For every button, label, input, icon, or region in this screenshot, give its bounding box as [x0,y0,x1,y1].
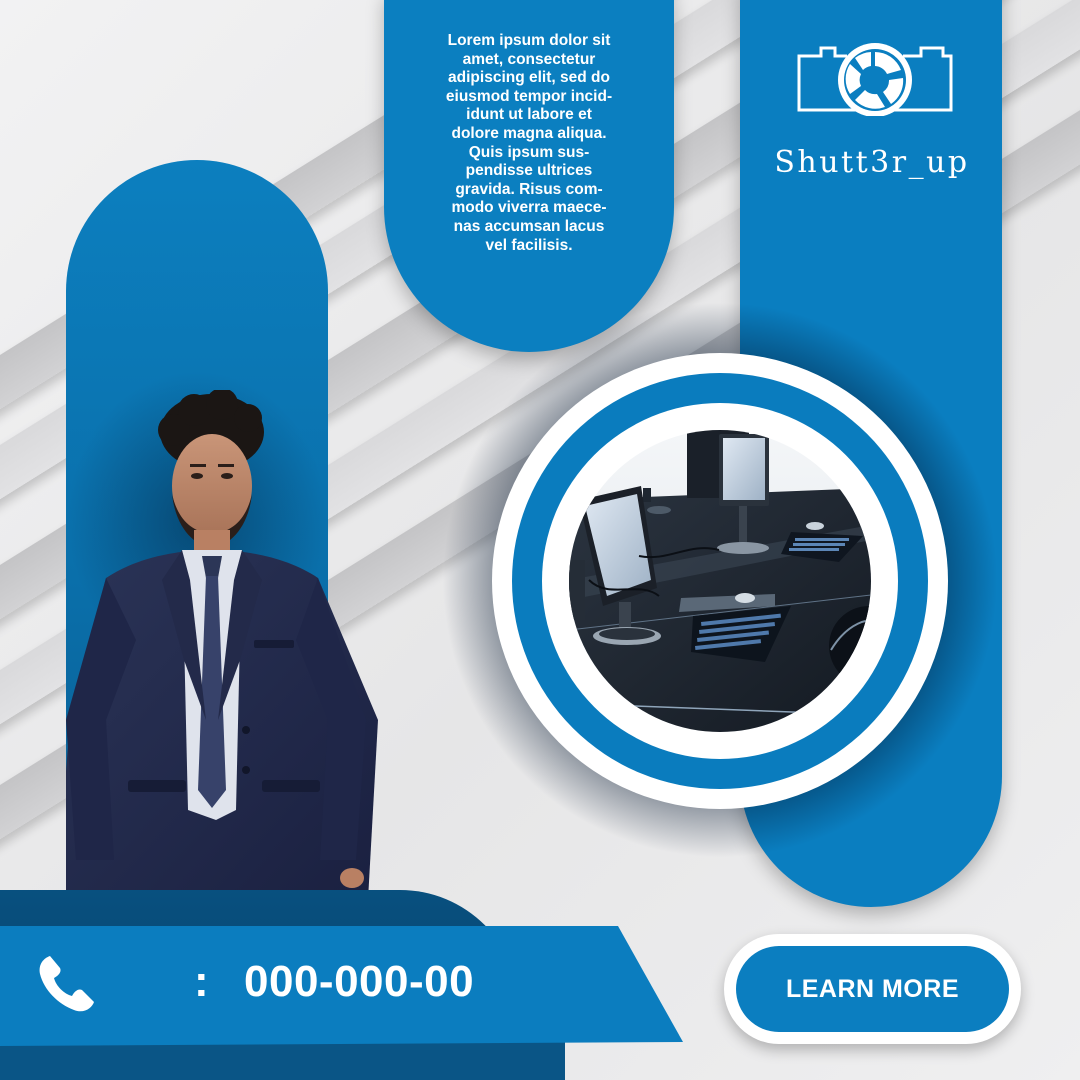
text-panel: Lorem ipsum dolor sit amet, consectetur … [384,0,674,352]
phone-number[interactable]: 000-000-00 [244,957,474,1007]
camera-aperture-icon [797,43,953,116]
phone-separator: : [194,957,209,1006]
brand-name: Shutt3r_up [774,145,970,180]
phone-icon[interactable] [36,952,98,1014]
man-in-navy-suit-photo [56,388,396,900]
body-text: Lorem ipsum dolor sit amet, consectetur … [445,32,613,254]
learn-more-button[interactable]: LEARN MORE [736,946,1009,1032]
computer-lab-photo [569,430,871,732]
bottom-strip [0,1040,565,1080]
flyer-canvas: Lorem ipsum dolor sit amet, consectetur … [0,0,1080,1080]
